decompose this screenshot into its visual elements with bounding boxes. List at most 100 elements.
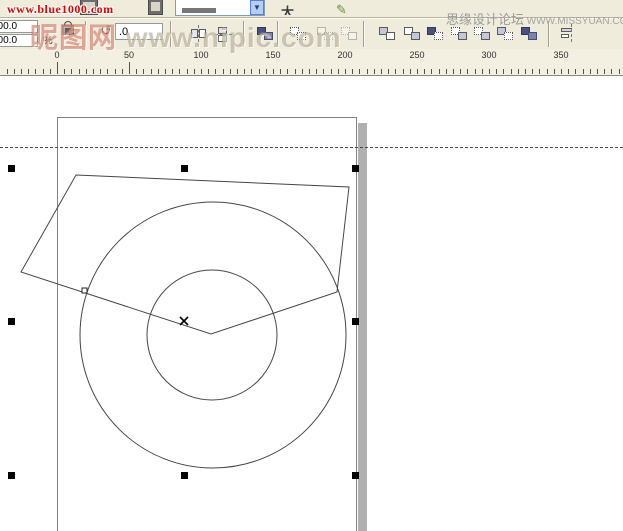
ruler-tick bbox=[403, 69, 404, 74]
ruler-tick bbox=[611, 69, 612, 74]
rotation-field[interactable] bbox=[115, 23, 163, 40]
combine-button[interactable] bbox=[518, 23, 540, 45]
ruler-tick bbox=[503, 69, 504, 74]
ruler-tick bbox=[259, 69, 260, 74]
ruler-tick bbox=[460, 69, 461, 74]
ruler-tick bbox=[352, 69, 353, 74]
ruler-tick bbox=[71, 69, 72, 74]
ruler-tick bbox=[496, 69, 497, 74]
group-button bbox=[314, 23, 336, 45]
selection-handle[interactable] bbox=[8, 165, 15, 172]
mirror-vertical-button[interactable] bbox=[214, 23, 236, 45]
order-button[interactable] bbox=[254, 23, 276, 45]
ruler-tick bbox=[323, 69, 324, 74]
toolbar-separator bbox=[170, 21, 172, 47]
rotate-icon: ↺ bbox=[98, 22, 114, 38]
ruler-tick bbox=[619, 69, 620, 74]
ruler-unit-label: 100 bbox=[193, 50, 208, 60]
ruler-tick bbox=[237, 69, 238, 74]
selection-handle[interactable] bbox=[352, 472, 359, 479]
ruler-tick bbox=[14, 69, 15, 74]
horizontal-ruler[interactable]: 050100150200250300350 bbox=[0, 49, 623, 76]
ruler-tick bbox=[295, 69, 296, 74]
combo-dropdown-arrow-icon[interactable]: ▼ bbox=[250, 0, 264, 15]
ruler-unit-label: 300 bbox=[481, 50, 496, 60]
ruler-tick bbox=[388, 69, 389, 74]
selection-handle[interactable] bbox=[352, 165, 359, 172]
ruler-tick bbox=[273, 69, 274, 74]
drawing-canvas[interactable] bbox=[0, 76, 623, 531]
guideline[interactable] bbox=[0, 147, 623, 148]
ruler-tick bbox=[338, 69, 339, 74]
align-button[interactable] bbox=[556, 23, 578, 45]
ruler-tick bbox=[568, 69, 569, 74]
ruler-tick bbox=[604, 69, 605, 74]
ruler-tick bbox=[223, 69, 224, 74]
ruler-tick bbox=[122, 69, 123, 74]
selection-handle[interactable] bbox=[181, 472, 188, 479]
ruler-tick bbox=[381, 69, 382, 74]
blue1000-watermark: www.blue1000.com bbox=[7, 2, 114, 17]
weld-button[interactable] bbox=[376, 23, 398, 45]
ruler-tick bbox=[410, 69, 411, 74]
ruler-tick bbox=[446, 69, 447, 74]
clipped-toolbar-icon[interactable] bbox=[148, 0, 163, 15]
ruler-tick bbox=[424, 69, 425, 74]
ruler-tick bbox=[374, 69, 375, 74]
ruler-tick bbox=[43, 69, 44, 74]
clipped-label-text: 大小 bbox=[281, 3, 305, 15]
ruler-tick bbox=[57, 62, 58, 74]
ruler-tick bbox=[165, 69, 166, 74]
ruler-tick bbox=[554, 69, 555, 74]
selection-handle[interactable] bbox=[181, 165, 188, 172]
intersect-button[interactable] bbox=[424, 23, 446, 45]
property-bar: % ↺ bbox=[0, 18, 623, 50]
ruler-tick bbox=[136, 69, 137, 74]
mirror-horizontal-button[interactable] bbox=[188, 23, 210, 45]
selection-handle[interactable] bbox=[8, 318, 15, 325]
ruler-tick bbox=[251, 69, 252, 74]
clipped-combo-text bbox=[182, 8, 216, 13]
ruler-tick bbox=[64, 69, 65, 74]
ruler-tick bbox=[453, 69, 454, 74]
back-minus-front-button[interactable] bbox=[494, 23, 516, 45]
percent-label: % bbox=[43, 35, 53, 47]
trim-button[interactable] bbox=[401, 23, 423, 45]
zoom-combo-box[interactable]: ▼ bbox=[175, 0, 265, 16]
ruler-unit-label: 50 bbox=[124, 50, 134, 60]
ruler-tick bbox=[489, 69, 490, 74]
ruler-tick bbox=[100, 69, 101, 74]
ruler-tick bbox=[475, 69, 476, 74]
ruler-tick bbox=[431, 69, 432, 74]
ruler-tick bbox=[79, 69, 80, 74]
ruler-tick bbox=[345, 69, 346, 74]
selection-handle[interactable] bbox=[8, 472, 15, 479]
ruler-tick bbox=[439, 69, 440, 74]
ruler-tick bbox=[287, 69, 288, 74]
ruler-tick bbox=[107, 69, 108, 74]
ruler-tick bbox=[187, 69, 188, 74]
scale-x-field[interactable] bbox=[0, 20, 38, 33]
ruler-tick bbox=[50, 69, 51, 74]
ruler-tick bbox=[532, 69, 533, 74]
pick-objects-button[interactable] bbox=[287, 23, 309, 45]
front-minus-back-button[interactable] bbox=[471, 23, 493, 45]
pen-icon[interactable]: ✎ bbox=[336, 1, 351, 15]
ruler-tick bbox=[158, 69, 159, 74]
scale-y-field[interactable] bbox=[0, 34, 38, 47]
ruler-tick bbox=[331, 69, 332, 74]
app-window: ▼ 大小 ✎ www.blue1000.com % ↺ 050100150200… bbox=[0, 0, 623, 531]
ruler-tick bbox=[28, 69, 29, 74]
ruler-tick bbox=[266, 69, 267, 74]
lock-icon[interactable] bbox=[62, 25, 74, 35]
ruler-tick bbox=[302, 69, 303, 74]
ruler-tick bbox=[367, 69, 368, 74]
ruler-tick bbox=[575, 69, 576, 74]
ruler-tick bbox=[539, 69, 540, 74]
ruler-tick bbox=[244, 69, 245, 74]
ruler-tick bbox=[395, 69, 396, 74]
ruler-tick bbox=[417, 69, 418, 74]
simplify-button[interactable] bbox=[448, 23, 470, 45]
ruler-unit-label: 200 bbox=[337, 50, 352, 60]
selection-handle[interactable] bbox=[352, 318, 359, 325]
